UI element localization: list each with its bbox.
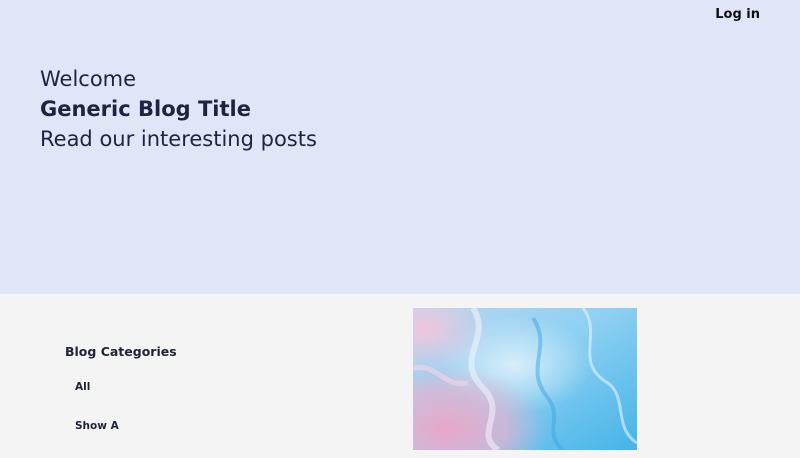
- category-item-all[interactable]: All: [75, 380, 177, 419]
- category-item-show-a[interactable]: Show A: [75, 419, 177, 458]
- blog-title: Generic Blog Title: [40, 97, 251, 121]
- hero-tagline: Read our interesting posts: [40, 127, 317, 151]
- blog-categories: Blog Categories All Show A: [65, 344, 177, 458]
- hero-section: Log in Welcome Generic Blog Title Read o…: [0, 0, 800, 294]
- login-link[interactable]: Log in: [715, 7, 760, 22]
- category-list: All Show A: [75, 380, 177, 458]
- hero-text: Welcome Generic Blog Title Read our inte…: [40, 64, 317, 154]
- featured-post-image[interactable]: [413, 308, 637, 450]
- main-content: Blog Categories All Show A: [0, 294, 800, 450]
- abstract-paint-image: [413, 308, 637, 450]
- hero-greeting: Welcome: [40, 67, 137, 91]
- categories-heading: Blog Categories: [65, 344, 177, 359]
